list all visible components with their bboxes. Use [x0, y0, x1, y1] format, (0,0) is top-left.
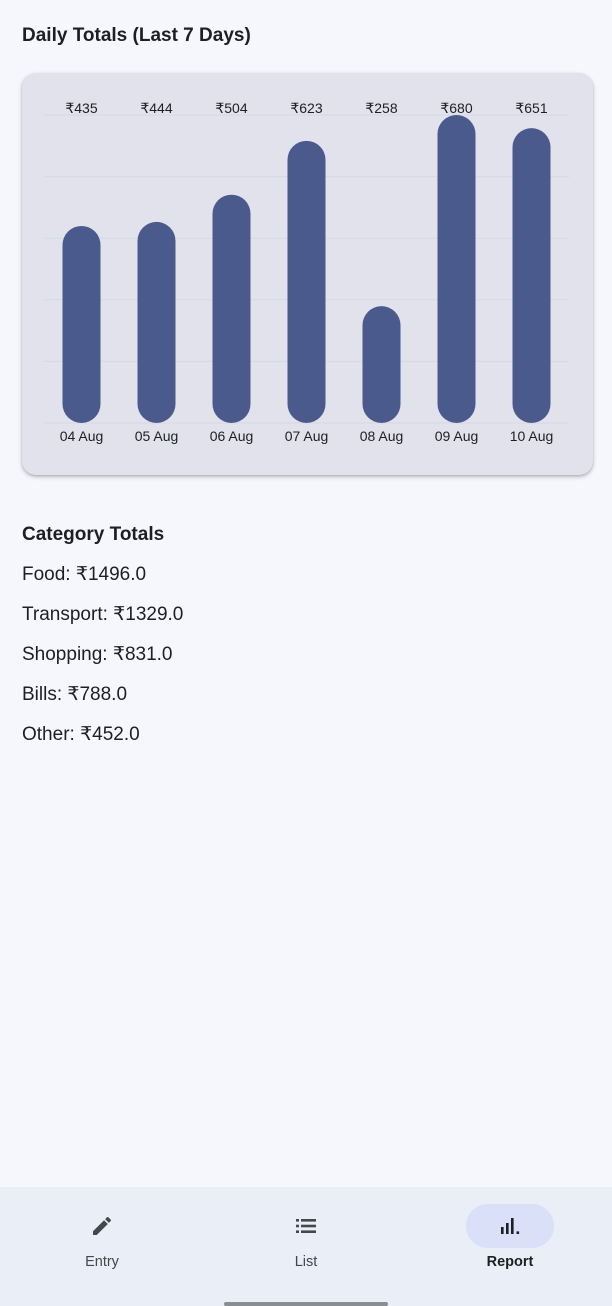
category-totals-list: Food: ₹1496.0 Transport: ₹1329.0 Shoppin…	[22, 560, 183, 760]
category-total-shopping: Shopping: ₹831.0	[22, 644, 173, 665]
chart-value-label: ₹504	[215, 100, 247, 116]
daily-totals-bar-chart: ₹435 04 Aug ₹444 05 Aug ₹504 06 Aug ₹623 07 Aug…	[44, 100, 569, 444]
nav-item-report[interactable]: Report	[408, 1187, 612, 1287]
chart-bar	[437, 115, 476, 423]
chart-value-label: ₹651	[515, 100, 547, 116]
chart-x-tick-label: 06 Aug	[210, 428, 254, 444]
chart-value-label: ₹623	[290, 100, 322, 116]
chart-value-label: ₹680	[440, 100, 472, 116]
bottom-navigation-bar: Entry List Report	[0, 1187, 612, 1306]
category-total-transport: Transport: ₹1329.0	[22, 604, 184, 625]
chart-bar	[212, 194, 251, 423]
chart-value-label: ₹435	[65, 100, 97, 116]
chart-value-label: ₹444	[140, 100, 172, 116]
nav-list-label: List	[294, 1254, 318, 1270]
pencil-icon	[93, 1216, 112, 1235]
chart-x-tick-label: 08 Aug	[360, 428, 404, 444]
chart-bar	[512, 128, 551, 423]
list-icon	[296, 1219, 316, 1233]
chart-bar	[62, 225, 101, 423]
nav-report-label: Report	[486, 1254, 534, 1270]
nav-item-list[interactable]: List	[204, 1187, 408, 1287]
chart-x-tick-label: 04 Aug	[60, 428, 104, 444]
bar-chart-icon	[501, 1218, 520, 1234]
chart-bar	[362, 306, 401, 423]
chart-x-tick-label: 09 Aug	[435, 428, 479, 444]
chart-x-tick-label: 05 Aug	[135, 428, 179, 444]
daily-totals-chart-card: ₹435 04 Aug ₹444 05 Aug ₹504 06 Aug ₹623 07 Aug…	[22, 73, 593, 475]
nav-item-entry[interactable]: Entry	[0, 1187, 204, 1287]
nav-report-icon-container	[466, 1204, 554, 1248]
category-total-food: Food: ₹1496.0	[22, 564, 147, 585]
category-totals-title: Category Totals	[22, 524, 165, 545]
category-total-bills: Bills: ₹788.0	[22, 684, 128, 705]
nav-list-icon-container	[262, 1204, 350, 1248]
nav-entry-label: Entry	[85, 1254, 119, 1270]
chart-x-tick-label: 10 Aug	[510, 428, 554, 444]
home-indicator	[224, 1302, 388, 1306]
daily-totals-title: Daily Totals (Last 7 Days)	[22, 25, 251, 46]
chart-value-label: ₹258	[365, 100, 397, 116]
chart-bar	[137, 221, 176, 423]
chart-bar	[287, 140, 326, 423]
nav-entry-icon-container	[58, 1204, 146, 1248]
category-total-other: Other: ₹452.0	[22, 724, 140, 745]
chart-x-tick-label: 07 Aug	[285, 428, 329, 444]
